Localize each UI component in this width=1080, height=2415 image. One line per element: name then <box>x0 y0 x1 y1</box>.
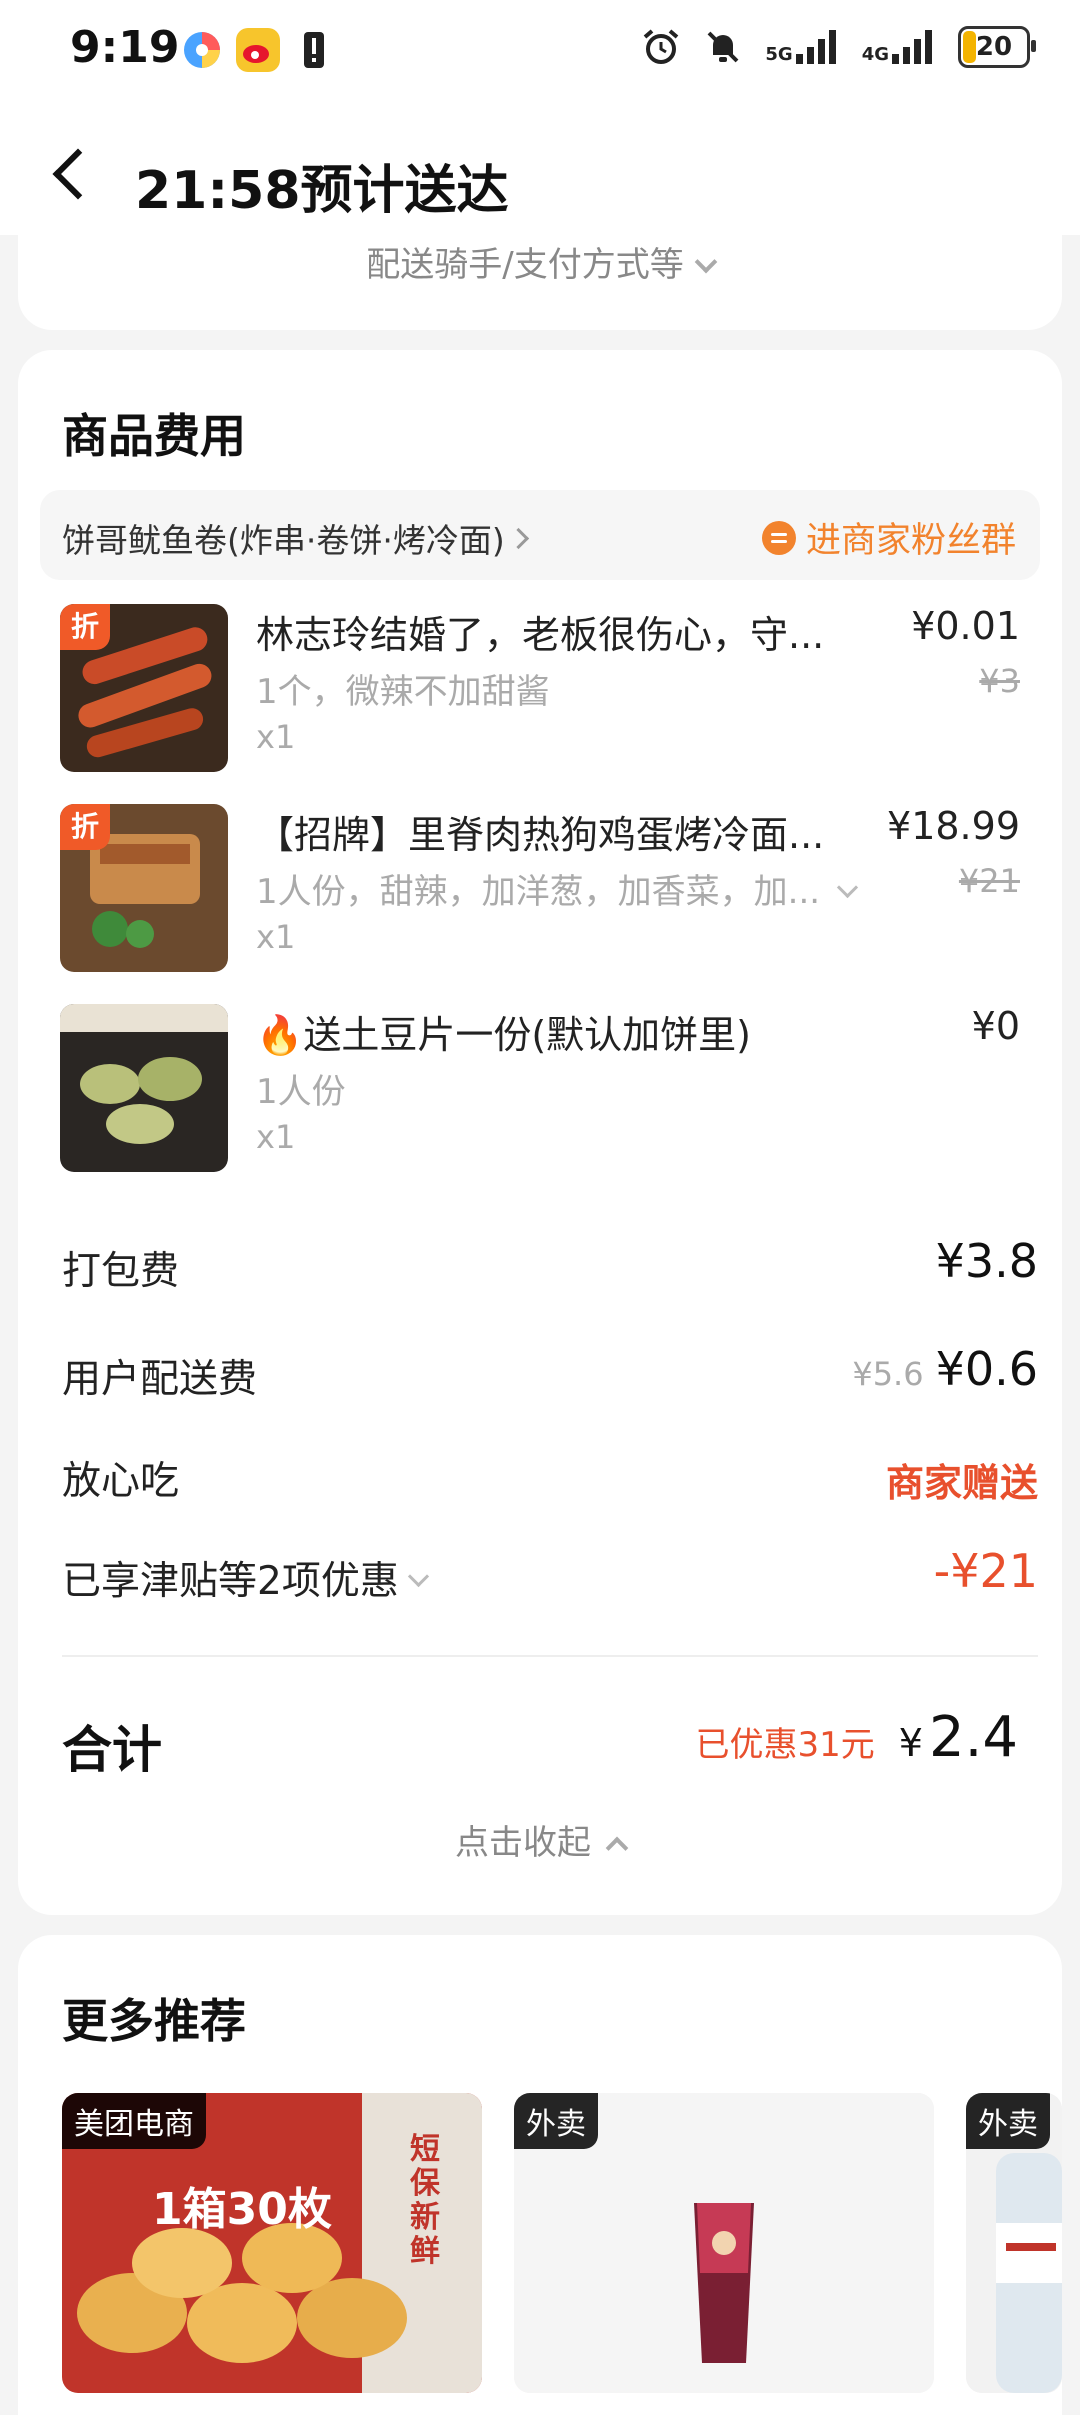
product-image <box>60 1004 228 1172</box>
recommend-item[interactable]: 1箱30枚 短保新鲜 美团电商 <box>62 2093 482 2393</box>
notification-icons <box>180 28 336 72</box>
alarm-icon <box>644 29 679 64</box>
total-value: ¥2.4 <box>898 1705 1018 1770</box>
alert-icon <box>304 32 324 68</box>
item-original-price: ¥21 <box>958 862 1020 900</box>
collapse-button[interactable]: 点击收起 <box>18 1815 1062 1864</box>
discount-value: -¥21 <box>933 1544 1038 1598</box>
discount-badge: 折 <box>60 604 110 650</box>
item-qty: x1 <box>256 718 296 756</box>
delivery-fee-original: ¥5.6 <box>852 1355 924 1393</box>
item-spec: 1个，微辣不加甜酱 <box>256 672 550 712</box>
total-label: 合计 <box>62 1721 162 1779</box>
delivery-fee-value: ¥5.6 ¥0.6 <box>852 1342 1038 1396</box>
signal-bars-icon <box>892 30 932 64</box>
discount-row[interactable]: 已享津贴等2项优惠 -¥21 <box>62 1544 1038 1610</box>
recommend-card: 更多推荐 1箱30枚 短保新鲜 美团电商 外卖 外卖 <box>18 1935 1062 2415</box>
source-tag: 外卖 <box>514 2093 598 2149</box>
source-tag: 美团电商 <box>62 2093 206 2149</box>
assurance-label: 放心吃 <box>62 1459 180 1504</box>
weibo-icon <box>236 28 280 72</box>
signal-5g-icon: 5G <box>765 30 839 64</box>
delivery-info-card: 配送骑手/支付方式等 <box>18 235 1062 330</box>
app-notification-icon <box>184 32 220 68</box>
shop-bar[interactable]: 饼哥鱿鱼卷(炸串·卷饼·烤冷面) 进商家粉丝群 <box>40 490 1040 580</box>
status-time: 9:19 <box>70 22 180 73</box>
item-name: 【招牌】里脊肉热狗鸡蛋烤冷面... <box>256 813 825 857</box>
recommend-item[interactable]: 外卖 <box>514 2093 934 2393</box>
shop-name-link[interactable]: 饼哥鱿鱼卷(炸串·卷饼·烤冷面) <box>62 514 529 562</box>
rider-payment-toggle[interactable]: 配送骑手/支付方式等 <box>18 237 1062 286</box>
delivery-fee-label: 用户配送费 <box>62 1357 258 1402</box>
discount-badge: 折 <box>60 804 110 850</box>
item-qty: x1 <box>256 1118 296 1156</box>
item-spec: 1人份 <box>256 1072 346 1112</box>
packing-fee-row: 打包费 ¥3.8 <box>62 1234 1038 1300</box>
mute-icon <box>707 31 739 63</box>
chevron-down-icon <box>836 876 859 899</box>
product-image: 折 <box>60 804 228 972</box>
item-price: ¥18.99 <box>887 804 1020 848</box>
chevron-down-icon <box>407 1565 429 1588</box>
divider <box>62 1655 1038 1657</box>
chevron-down-icon <box>694 250 718 274</box>
discount-label[interactable]: 已享津贴等2项优惠 <box>62 1550 429 1606</box>
product-image: 折 <box>60 604 228 772</box>
packing-fee-label: 打包费 <box>62 1249 180 1294</box>
chat-bubble-icon <box>761 520 796 555</box>
delivery-fee-row: 用户配送费 ¥5.6 ¥0.6 <box>62 1342 1038 1408</box>
goods-fee-card: 商品费用 饼哥鱿鱼卷(炸串·卷饼·烤冷面) 进商家粉丝群 折 林志玲结婚了，老板… <box>18 350 1062 1915</box>
saved-amount: 已优惠31元 <box>695 1725 875 1765</box>
assurance-row: 放心吃 商家赠送 <box>62 1450 1038 1510</box>
signal-4g-icon: 4G <box>862 30 936 64</box>
item-original-price: ¥3 <box>979 662 1020 700</box>
system-status-icons: 5G 4G 20 <box>641 26 1036 68</box>
order-item[interactable]: 🔥送土豆片一份(默认加饼里) 1人份 x1 ¥0 <box>60 1004 1020 1174</box>
section-title: 商品费用 <box>62 409 246 463</box>
page-title: 21:58预计送达 <box>135 161 509 221</box>
status-bar: 9:19 5G 4G 20 <box>0 0 1080 100</box>
assurance-value: 商家赠送 <box>885 1461 1038 1505</box>
item-name: 🔥送土豆片一份(默认加饼里) <box>256 1013 751 1057</box>
battery-icon: 20 <box>958 26 1036 68</box>
total-summary: 已优惠31元 ¥2.4 <box>695 1705 1018 1770</box>
chevron-up-icon <box>605 1836 629 1860</box>
item-price: ¥0 <box>971 1004 1020 1048</box>
order-item[interactable]: 折 林志玲结婚了，老板很伤心，守... 1个，微辣不加甜酱 x1 ¥0.01 ¥… <box>60 604 1020 774</box>
order-item[interactable]: 折 【招牌】里脊肉热狗鸡蛋烤冷面... 1人份，甜辣，加洋葱，加香菜，加... … <box>60 804 1020 974</box>
recommend-title: 更多推荐 <box>62 1994 246 2048</box>
top-nav: 21:58预计送达 <box>0 100 1080 235</box>
chevron-right-icon <box>507 527 529 550</box>
signal-bars-icon <box>795 30 836 64</box>
packing-fee-value: ¥3.8 <box>935 1234 1038 1288</box>
item-spec[interactable]: 1人份，甜辣，加洋葱，加香菜，加... <box>256 864 859 913</box>
source-tag: 外卖 <box>966 2093 1050 2149</box>
item-name: 林志玲结婚了，老板很伤心，守... <box>256 613 825 657</box>
back-arrow-icon[interactable] <box>52 148 104 200</box>
recommend-item[interactable]: 外卖 <box>966 2093 1062 2393</box>
item-qty: x1 <box>256 918 296 956</box>
item-price: ¥0.01 <box>911 604 1020 648</box>
promo-caption: 1箱30枚 <box>152 2184 332 2235</box>
fans-group-button[interactable]: 进商家粉丝群 <box>761 512 1016 563</box>
promo-caption: 短保新鲜 <box>410 2132 440 2269</box>
